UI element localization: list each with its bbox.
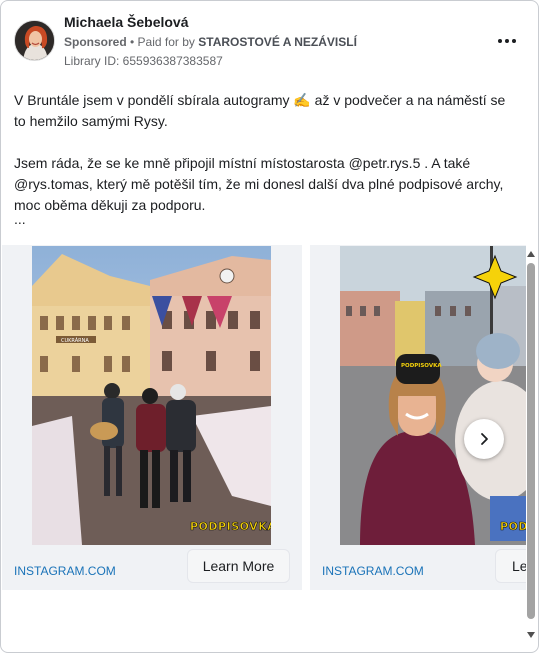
carousel-image[interactable]: PODPISOVKA PODPISOVKA [340, 246, 526, 545]
ad-card: Michaela Šebelová Sponsored • Paid for b… [0, 0, 539, 653]
scrollbar[interactable] [525, 249, 537, 644]
podpisovka-badge: PODPISOVKA [190, 520, 271, 533]
payer-name[interactable]: STAROSTOVÉ A NEZÁVISLÍ [198, 35, 357, 49]
library-id: Library ID: 655936387383587 [64, 54, 223, 68]
sponsor-line: Sponsored • Paid for by STAROSTOVÉ A NEZ… [64, 35, 357, 49]
scroll-down-arrow-icon[interactable] [526, 630, 536, 640]
hat-text: PODPISOVKA [401, 363, 442, 369]
carousel-next-button[interactable] [464, 419, 504, 459]
paid-for-prefix: • Paid for by [126, 35, 199, 49]
sponsored-label: Sponsored [64, 35, 127, 49]
shop-sign: CUKRÁRNA [61, 337, 89, 344]
post-text: V Bruntále jsem v pondělí sbírala autogr… [14, 90, 514, 216]
scrollbar-thumb[interactable] [527, 263, 535, 619]
podpisovka-badge: PODPISOVKA [500, 520, 526, 533]
learn-more-button[interactable]: Le [495, 549, 526, 583]
card-domain[interactable]: INSTAGRAM.COM [322, 564, 424, 578]
post-paragraph-1: V Bruntále jsem v pondělí sbírala autogr… [14, 92, 506, 129]
more-horizontal-icon [497, 39, 518, 43]
author-name[interactable]: Michaela Šebelová [64, 14, 189, 30]
card-domain[interactable]: INSTAGRAM.COM [14, 564, 116, 578]
scroll-up-arrow-icon[interactable] [526, 249, 536, 259]
carousel-card[interactable]: PODPISOVKA PODPISOVKA INSTAGRAM.COM Le [310, 245, 526, 590]
carousel-card[interactable]: CUKRÁRNA PODPISOVKA INSTAGRAM.COM Learn … [2, 245, 302, 590]
more-options-button[interactable] [495, 31, 519, 51]
chevron-right-icon [481, 433, 488, 445]
see-more-ellipsis[interactable]: ... [14, 211, 26, 227]
post-paragraph-2: Jsem ráda, že se ke mně připojil místní … [14, 155, 504, 213]
learn-more-button[interactable]: Learn More [187, 549, 290, 583]
avatar[interactable] [14, 20, 55, 61]
carousel: CUKRÁRNA PODPISOVKA INSTAGRAM.COM Learn … [1, 245, 526, 590]
carousel-image[interactable]: CUKRÁRNA PODPISOVKA [32, 246, 271, 545]
